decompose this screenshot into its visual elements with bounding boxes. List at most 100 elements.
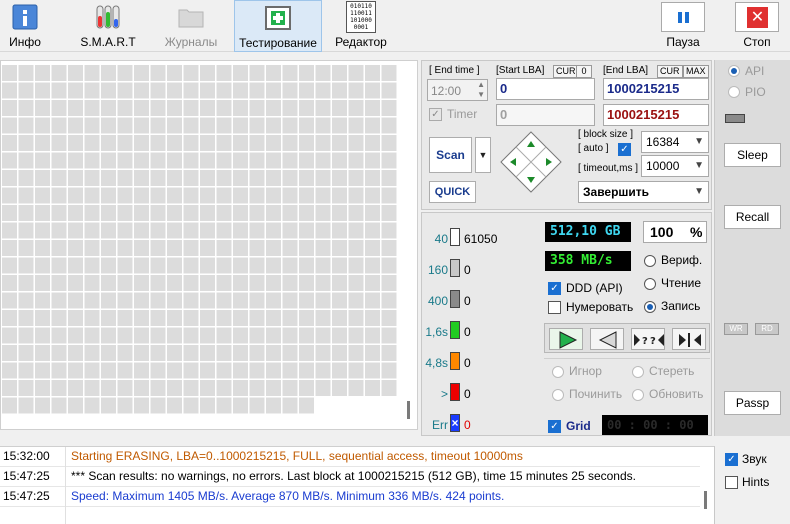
pause-button[interactable]: Пауза [660, 0, 706, 52]
log-column-divider [65, 487, 66, 507]
map-block [84, 82, 100, 99]
map-block [216, 257, 232, 274]
timeout-select[interactable]: 10000 ▼ [641, 155, 709, 177]
elapsed-timer-display: 00 : 00 : 00 [602, 415, 708, 435]
passport-button[interactable]: Passp [724, 391, 781, 415]
legend-row: 40 61050 [422, 227, 540, 249]
map-block [200, 240, 215, 256]
map-block [18, 117, 34, 134]
block-size-select[interactable]: 16384 ▼ [641, 131, 709, 153]
log-time: 15:47:25 [3, 469, 50, 483]
spin-icon[interactable]: ▲ ▼ [477, 80, 485, 100]
map-block [134, 380, 149, 396]
scan-button[interactable]: Scan [429, 137, 472, 173]
map-block [101, 257, 116, 274]
repair-radio[interactable] [552, 389, 564, 401]
start-lba-input[interactable]: 0 [496, 78, 595, 100]
map-block [2, 397, 17, 414]
ignore-radio[interactable] [552, 366, 564, 378]
end-lba-max-button[interactable]: MAX [683, 65, 709, 78]
map-block [183, 117, 199, 134]
map-block [332, 135, 347, 151]
grid-label: Grid [566, 419, 591, 433]
ddd-api-checkbox[interactable]: ✓ [548, 282, 561, 295]
map-block [200, 222, 215, 239]
end-time-input[interactable]: 12:00 ▲ ▼ [427, 79, 488, 101]
info-button[interactable]: Инфо [0, 0, 50, 52]
butterfly-button[interactable] [672, 328, 706, 350]
map-block [216, 135, 232, 151]
testing-button[interactable]: Тестирование [234, 0, 322, 52]
quick-button[interactable]: QUICK [429, 181, 476, 203]
refresh-radio[interactable] [632, 389, 644, 401]
map-block [299, 292, 314, 309]
map-block [365, 362, 380, 379]
erase-radio[interactable] [632, 366, 644, 378]
editor-icon-line: 0001 [353, 24, 369, 31]
map-block [266, 397, 281, 414]
map-block [348, 82, 364, 99]
logs-button[interactable]: Журналы [160, 0, 222, 52]
api-radio[interactable] [728, 65, 740, 77]
map-block [249, 100, 265, 116]
pio-radio[interactable] [728, 86, 740, 98]
random-button[interactable]: ?? [631, 328, 665, 350]
map-block [381, 345, 397, 361]
auto-checkbox[interactable]: ✓ [618, 143, 631, 156]
map-block [2, 65, 17, 81]
map-block [233, 275, 248, 291]
map-block [167, 222, 182, 239]
map-block [68, 275, 83, 291]
log-scrollbar[interactable] [704, 491, 707, 509]
map-block [200, 310, 215, 326]
test-tubes-icon [96, 5, 120, 29]
legend-name: 40 [434, 232, 448, 246]
smart-button[interactable]: S.M.A.R.T [73, 0, 143, 52]
map-block [183, 327, 199, 344]
log-time: 15:47:25 [3, 489, 50, 503]
map-block [381, 380, 397, 396]
map-block [266, 240, 281, 256]
grid-checkbox[interactable]: ✓ [548, 420, 561, 433]
map-block [101, 310, 116, 326]
hints-checkbox[interactable] [725, 476, 738, 489]
verify-radio[interactable] [644, 255, 656, 267]
map-block [84, 222, 100, 239]
play-icon [559, 331, 578, 349]
map-block [282, 362, 298, 379]
rd-indicator: RD [755, 323, 779, 335]
direction-pad[interactable] [500, 131, 562, 193]
editor-button[interactable]: 010110 110011 101000 0001 Редактор [330, 0, 392, 52]
map-block [18, 257, 34, 274]
map-block [233, 187, 248, 204]
map-block [216, 170, 232, 186]
map-block [51, 327, 67, 344]
map-block [51, 257, 67, 274]
reverse-button[interactable] [590, 328, 624, 350]
read-radio[interactable] [644, 278, 656, 290]
finish-action-select[interactable]: Завершить ▼ [578, 181, 709, 203]
block-size-label: [ block size ] [578, 129, 634, 140]
map-scrollbar[interactable] [407, 401, 410, 419]
log-message: *** Scan results: no warnings, no errors… [71, 469, 636, 483]
start-lba-cur-button[interactable]: CUR [553, 65, 579, 78]
recall-button[interactable]: Recall [724, 205, 781, 229]
scan-dropdown-button[interactable]: ▼ [475, 137, 491, 173]
timer-checkbox[interactable]: ✓ [429, 108, 442, 121]
map-block [299, 117, 314, 134]
map-block [18, 65, 34, 81]
map-block [200, 327, 215, 344]
map-block [183, 187, 199, 204]
write-label: Запись [661, 299, 701, 313]
stop-button[interactable]: ✕ Стоп [734, 0, 780, 52]
end-lba-input[interactable]: 1000215215 [603, 78, 709, 100]
write-radio[interactable] [644, 301, 656, 313]
end-lba-cur-button[interactable]: CUR [657, 65, 683, 78]
map-block [167, 257, 182, 274]
numerate-checkbox[interactable] [548, 301, 561, 314]
sound-checkbox[interactable]: ✓ [725, 453, 738, 466]
map-block [167, 397, 182, 414]
play-button[interactable] [549, 328, 583, 350]
sleep-button[interactable]: Sleep [724, 143, 781, 167]
scan-settings-panel: [ End time ] 12:00 ▲ ▼ ✓ Timer [Start LBA… [421, 60, 712, 210]
